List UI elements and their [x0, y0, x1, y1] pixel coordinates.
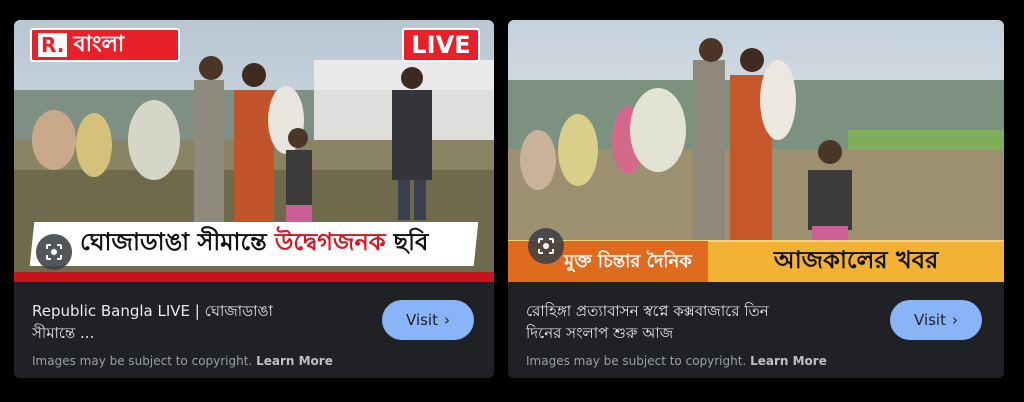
google-lens-icon: [46, 244, 62, 260]
result-title-line-1[interactable]: Republic Bangla LIVE | ঘোজাডাঙা: [32, 300, 332, 322]
copyright-notice: Images may be subject to copyright. Lear…: [526, 354, 827, 368]
copyright-text: Images may be subject to copyright.: [526, 354, 747, 368]
chevron-right-icon: ›: [443, 311, 450, 329]
image-result-card-2[interactable]: মুক্ত চিন্তার দৈনিক আজকালের খবর রোহিঙ্গা…: [508, 20, 1004, 378]
result-thumbnail[interactable]: মুক্ত চিন্তার দৈনিক আজকালের খবর: [508, 20, 1004, 282]
result-title-line-2[interactable]: দিনের সংলাপ শুরু আজ: [526, 322, 826, 344]
result-title[interactable]: Republic Bangla LIVE | ঘোজাডাঙা সীমান্তে…: [32, 300, 332, 344]
result-title[interactable]: রোহিঙ্গা প্রত্যাবাসন স্বপ্নে কক্সবাজারে …: [526, 300, 826, 344]
google-lens-button[interactable]: [528, 228, 564, 264]
image-result-card-1[interactable]: R. বাংলা LIVE ঘোজাডাঙা সীমান্তে উদ্বেগজনক…: [14, 20, 494, 378]
live-badge: LIVE: [402, 28, 480, 62]
visit-button[interactable]: Visit ›: [890, 300, 982, 340]
google-lens-button[interactable]: [36, 234, 72, 270]
brand-prefix: R.: [38, 33, 68, 57]
visit-label: Visit: [914, 311, 946, 329]
result-thumbnail[interactable]: R. বাংলা LIVE ঘোজাডাঙা সীমান্তে উদ্বেগজনক…: [14, 20, 494, 282]
result-title-line-2[interactable]: সীমান্তে ...: [32, 322, 332, 344]
chevron-right-icon: ›: [951, 311, 958, 329]
copyright-notice: Images may be subject to copyright. Lear…: [32, 354, 333, 368]
visit-button[interactable]: Visit ›: [382, 300, 474, 340]
republic-bangla-logo: R. বাংলা: [30, 28, 180, 62]
headline-banner: ঘোজাডাঙা সীমান্তে উদ্বেগজনক ছবি: [29, 222, 479, 266]
learn-more-link[interactable]: Learn More: [256, 354, 333, 368]
brand-name: বাংলা: [73, 31, 125, 57]
learn-more-link[interactable]: Learn More: [750, 354, 827, 368]
ticker-masthead: আজকালের খবর: [773, 246, 939, 274]
red-divider: [14, 272, 494, 282]
headline-part-1: ঘোজাডাঙা সীমান্তে: [79, 228, 267, 256]
visit-label: Visit: [406, 311, 438, 329]
result-title-line-1[interactable]: রোহিঙ্গা প্রত্যাবাসন স্বপ্নে কক্সবাজারে …: [526, 300, 826, 322]
copyright-text: Images may be subject to copyright.: [32, 354, 253, 368]
headline-part-3: ছবি: [393, 228, 429, 256]
news-ticker-banner: মুক্ত চিন্তার দৈনিক আজকালের খবর: [508, 240, 1004, 282]
google-lens-icon: [538, 238, 554, 254]
headline-part-2: উদ্বেগজনক: [274, 228, 386, 256]
